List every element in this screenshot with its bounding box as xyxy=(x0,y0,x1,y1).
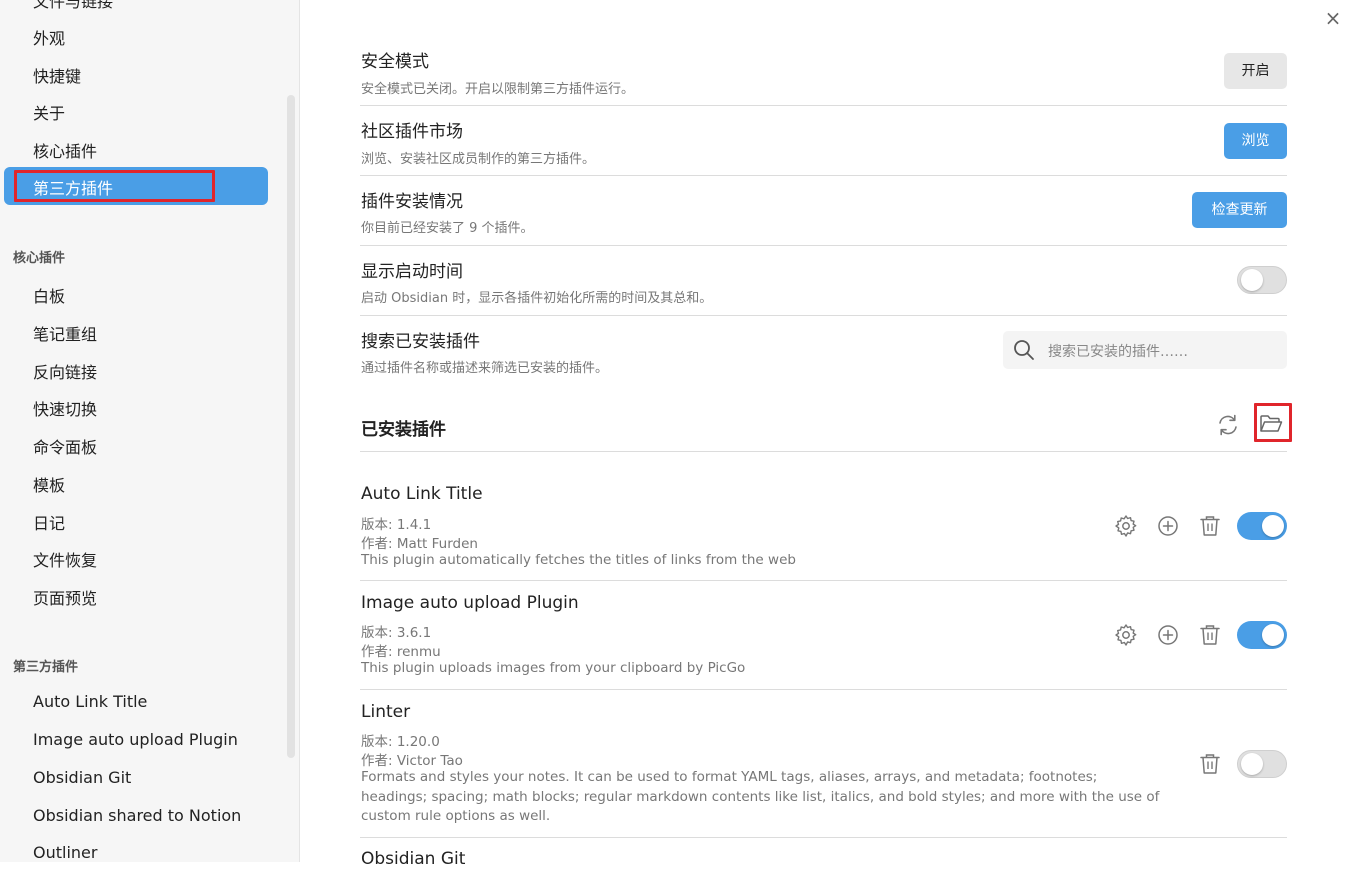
setting-community-market: 社区插件市场 浏览、安装社区成员制作的第三方插件。 浏览 xyxy=(360,106,1287,176)
plugin-enable-toggle[interactable] xyxy=(1237,512,1287,540)
add-hotkey-icon[interactable] xyxy=(1155,513,1181,539)
sidebar-item-core-plugins[interactable]: 核心插件 xyxy=(33,138,97,162)
check-updates-button[interactable]: 检查更新 xyxy=(1192,192,1287,228)
trash-icon[interactable] xyxy=(1197,513,1223,539)
plugin-description: Formats and styles your notes. It can be… xyxy=(361,769,1160,824)
sidebar-item-file-recovery[interactable]: 文件恢复 xyxy=(33,547,97,571)
setting-title: 社区插件市场 xyxy=(361,122,463,142)
plugin-name: Image auto upload Plugin xyxy=(361,593,579,613)
plugin-name: Linter xyxy=(361,702,411,722)
setting-desc: 你目前已经安装了 9 个插件。 xyxy=(361,221,534,236)
sidebar-item-note-composer[interactable]: 笔记重组 xyxy=(33,321,97,345)
setting-title: 插件安装情况 xyxy=(361,192,463,212)
plugin-name: Auto Link Title xyxy=(361,484,483,504)
sidebar-item-community-plugins[interactable]: 第三方插件 xyxy=(4,167,268,205)
sidebar-item-outliner[interactable]: Outliner xyxy=(33,843,97,862)
settings-sidebar: 文件与链接 外观 快捷键 关于 核心插件 第三方插件 核心插件 白板 笔记重组 … xyxy=(0,0,300,862)
setting-startup-time: 显示启动时间 启动 Obsidian 时，显示各插件初始化所需的时间及其总和。 xyxy=(360,246,1287,316)
setting-desc: 启动 Obsidian 时，显示各插件初始化所需的时间及其总和。 xyxy=(361,291,713,306)
toggle-knob xyxy=(1262,515,1284,537)
setting-title: 显示启动时间 xyxy=(361,262,463,282)
plugin-description: This plugin automatically fetches the ti… xyxy=(361,552,796,568)
sidebar-item-files-links[interactable]: 文件与链接 xyxy=(33,0,113,12)
plugin-item: Linter 版本: 1.20.0 作者: Victor Tao Formats… xyxy=(360,690,1287,838)
sidebar-item-backlinks[interactable]: 反向链接 xyxy=(33,359,97,383)
setting-title: 搜索已安装插件 xyxy=(361,332,480,352)
toggle-knob xyxy=(1262,624,1284,646)
sidebar-item-auto-link-title[interactable]: Auto Link Title xyxy=(33,692,147,711)
toggle-knob xyxy=(1241,753,1263,775)
toggle-knob xyxy=(1241,269,1263,291)
installed-plugins-heading: 已安装插件 xyxy=(361,420,446,440)
gear-icon[interactable] xyxy=(1113,622,1139,648)
sidebar-item-canvas[interactable]: 白板 xyxy=(33,283,65,307)
sidebar-heading-core: 核心插件 xyxy=(13,251,66,266)
reload-icon[interactable] xyxy=(1215,412,1241,438)
sidebar-item-quick-switcher[interactable]: 快速切换 xyxy=(33,396,97,420)
sidebar-heading-community: 第三方插件 xyxy=(13,660,79,675)
setting-safe-mode: 安全模式 安全模式已关闭。开启以限制第三方插件运行。 开启 xyxy=(360,36,1287,106)
sidebar-item-templates[interactable]: 模板 xyxy=(33,472,65,496)
startup-time-toggle[interactable] xyxy=(1237,266,1287,294)
setting-desc: 安全模式已关闭。开启以限制第三方插件运行。 xyxy=(361,82,635,97)
highlight-box xyxy=(1254,403,1292,442)
setting-title: 安全模式 xyxy=(361,52,429,72)
trash-icon[interactable] xyxy=(1197,622,1223,648)
sidebar-item-about[interactable]: 关于 xyxy=(33,100,65,124)
plugin-item: Obsidian Git xyxy=(360,838,1287,878)
sidebar-item-image-auto-upload[interactable]: Image auto upload Plugin xyxy=(33,730,238,749)
setting-desc: 浏览、安装社区成员制作的第三方插件。 xyxy=(361,152,596,167)
search-placeholder: 搜索已安装的插件…… xyxy=(1048,344,1188,360)
plugin-version: 版本: 3.6.1 xyxy=(361,625,432,641)
close-icon[interactable]: × xyxy=(1322,8,1344,30)
plugin-author: 作者: Matt Furden xyxy=(361,536,478,552)
sidebar-item-daily-notes[interactable]: 日记 xyxy=(33,510,65,534)
setting-desc: 通过插件名称或描述来筛选已安装的插件。 xyxy=(361,361,609,376)
plugin-item: Auto Link Title 版本: 1.4.1 作者: Matt Furde… xyxy=(360,472,1287,581)
sidebar-item-hotkeys[interactable]: 快捷键 xyxy=(33,63,81,87)
plugin-version: 版本: 1.20.0 xyxy=(361,734,440,750)
plugin-description: This plugin uploads images from your cli… xyxy=(361,660,746,676)
sidebar-item-page-preview[interactable]: 页面预览 xyxy=(33,585,97,609)
plugin-author: 作者: Victor Tao xyxy=(361,753,463,769)
plugin-item: Image auto upload Plugin 版本: 3.6.1 作者: r… xyxy=(360,581,1287,690)
plugin-author: 作者: renmu xyxy=(361,644,441,660)
sidebar-item-appearance[interactable]: 外观 xyxy=(33,25,65,49)
sidebar-scrollbar[interactable] xyxy=(287,95,295,758)
sidebar-item-shared-to-notion[interactable]: Obsidian shared to Notion xyxy=(33,806,241,825)
setting-plugin-status: 插件安装情况 你目前已经安装了 9 个插件。 检查更新 xyxy=(360,176,1287,246)
sidebar-item-command-palette[interactable]: 命令面板 xyxy=(33,434,97,458)
divider xyxy=(360,451,1287,452)
trash-icon[interactable] xyxy=(1197,751,1223,777)
plugin-enable-toggle[interactable] xyxy=(1237,621,1287,649)
plugin-enable-toggle[interactable] xyxy=(1237,750,1287,778)
plugin-version: 版本: 1.4.1 xyxy=(361,517,432,533)
gear-icon[interactable] xyxy=(1113,513,1139,539)
highlight-box xyxy=(14,170,215,202)
settings-content: × 安全模式 安全模式已关闭。开启以限制第三方插件运行。 开启 社区插件市场 浏… xyxy=(300,0,1356,869)
enable-safe-mode-button[interactable]: 开启 xyxy=(1224,53,1287,89)
search-icon xyxy=(1014,340,1034,360)
add-hotkey-icon[interactable] xyxy=(1155,622,1181,648)
plugin-name: Obsidian Git xyxy=(361,849,466,869)
browse-button[interactable]: 浏览 xyxy=(1224,123,1287,159)
sidebar-item-obsidian-git[interactable]: Obsidian Git xyxy=(33,768,131,787)
search-installed-input[interactable]: 搜索已安装的插件…… xyxy=(1003,331,1287,369)
